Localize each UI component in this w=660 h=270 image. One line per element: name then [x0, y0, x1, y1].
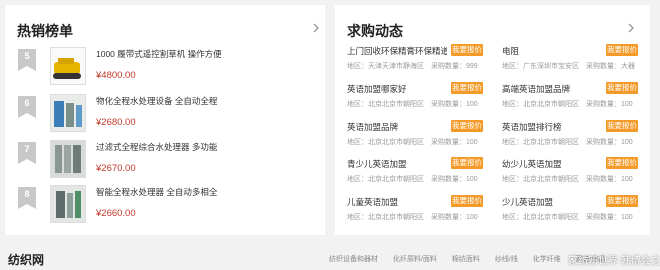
- request-title[interactable]: 上门回收环保精膏环保精道...: [347, 45, 447, 57]
- request-title[interactable]: 幼少儿英语加盟: [502, 158, 602, 170]
- request-quantity: 采购数量：100: [586, 101, 633, 108]
- chevron-right-icon[interactable]: [626, 21, 636, 35]
- category-link[interactable]: 棉纺面料: [452, 256, 480, 263]
- request-quantity: 采购数量：100: [586, 214, 633, 221]
- product-thumbnail[interactable]: [50, 94, 86, 132]
- request-item[interactable]: 少儿英语加盟 我要报价 地区：北京北京市朝阳区 采购数量：100: [502, 195, 650, 230]
- quote-button[interactable]: 我要报价: [451, 195, 483, 207]
- request-quantity: 采购数量：100: [431, 101, 478, 108]
- requests-title: 求购动态: [347, 23, 403, 39]
- request-quantity: 采购数量：大器: [586, 63, 635, 70]
- request-title[interactable]: 少儿英语加盟: [502, 196, 602, 208]
- product-name[interactable]: 物化全程水处理设备 全自动全程: [96, 95, 217, 107]
- request-title[interactable]: 儿童英语加盟: [347, 196, 447, 208]
- requests-panel: 求购动态 上门回收环保精膏环保精道... 我要报价 地区：天津天津市静海区 采购…: [335, 5, 650, 235]
- request-quantity: 采购数量：100: [431, 176, 478, 183]
- quote-button[interactable]: 我要报价: [606, 44, 638, 56]
- request-area: 地区：北京北京市朝阳区: [502, 214, 579, 221]
- request-title[interactable]: 英语加盟哪家好: [347, 83, 447, 95]
- product-name[interactable]: 过滤式全程综合水处理器 多功能: [96, 141, 217, 153]
- product-name[interactable]: 智能全程水处理器 全自动多相全: [96, 186, 217, 198]
- quote-button[interactable]: 我要报价: [451, 82, 483, 94]
- request-quantity: 采购数量：100: [586, 176, 633, 183]
- quote-button[interactable]: 我要报价: [451, 120, 483, 132]
- hot-list-item[interactable]: 5 1000 履带式遥控割草机 操作方便 ¥4800.00: [5, 47, 325, 91]
- request-title[interactable]: 英语加盟品牌: [347, 121, 447, 133]
- request-area: 地区：北京北京市朝阳区: [347, 101, 424, 108]
- request-item[interactable]: 青少儿英语加盟 我要报价 地区：北京北京市朝阳区 采购数量：100: [347, 157, 495, 192]
- request-item[interactable]: 幼少儿英语加盟 我要报价 地区：北京北京市朝阳区 采购数量：100: [502, 157, 650, 192]
- rank-number: 8: [24, 189, 30, 199]
- request-title[interactable]: 高端英语加盟品牌: [502, 83, 602, 95]
- product-thumbnail[interactable]: [50, 47, 86, 85]
- quote-button[interactable]: 我要报价: [451, 44, 483, 56]
- request-item[interactable]: 英语加盟哪家好 我要报价 地区：北京北京市朝阳区 采购数量：100: [347, 82, 495, 117]
- hot-list-item[interactable]: 7 过滤式全程综合水处理器 多功能 ¥2670.00: [5, 140, 325, 184]
- request-item[interactable]: 电阻 我要报价 地区：广东深圳市宝安区 采购数量：大器: [502, 44, 650, 79]
- request-area: 地区：天津天津市静海区: [347, 63, 424, 70]
- category-link[interactable]: 纺织设备和器材: [329, 256, 378, 263]
- product-thumbnail[interactable]: [50, 185, 86, 223]
- category-link[interactable]: 纱线/线: [495, 256, 518, 263]
- quote-button[interactable]: 我要报价: [606, 120, 638, 132]
- product-price: ¥4800.00: [96, 70, 136, 81]
- rank-number: 6: [24, 98, 30, 108]
- rank-number: 5: [24, 51, 30, 61]
- product-name[interactable]: 1000 履带式遥控割草机 操作方便: [96, 48, 222, 60]
- hot-list-title: 热销榜单: [17, 23, 73, 39]
- request-item[interactable]: 英语加盟品牌 我要报价 地区：北京北京市朝阳区 采购数量：100: [347, 120, 495, 155]
- quote-button[interactable]: 我要报价: [451, 157, 483, 169]
- request-area: 地区：广东深圳市宝安区: [502, 63, 579, 70]
- request-quantity: 采购数量：100: [586, 139, 633, 146]
- request-item[interactable]: 高端英语加盟品牌 我要报价 地区：北京北京市朝阳区 采购数量：100: [502, 82, 650, 117]
- quote-button[interactable]: 我要报价: [606, 82, 638, 94]
- request-quantity: 采购数量：999: [431, 63, 478, 70]
- request-quantity: 采购数量：100: [431, 139, 478, 146]
- request-area: 地区：北京北京市朝阳区: [347, 176, 424, 183]
- request-item[interactable]: 儿童英语加盟 我要报价 地区：北京北京市朝阳区 采购数量：100: [347, 195, 495, 230]
- request-item[interactable]: 英语加盟排行榜 我要报价 地区：北京北京市朝阳区 采购数量：100: [502, 120, 650, 155]
- chevron-right-icon[interactable]: [311, 21, 321, 35]
- request-title[interactable]: 英语加盟排行榜: [502, 121, 602, 133]
- hot-list-item[interactable]: 8 智能全程水处理器 全自动多相全 ¥2660.00: [5, 185, 325, 229]
- rank-number: 7: [24, 144, 30, 154]
- request-title[interactable]: 电阻: [502, 45, 602, 57]
- request-area: 地区：北京北京市朝阳区: [502, 176, 579, 183]
- quote-button[interactable]: 我要报价: [606, 195, 638, 207]
- request-area: 地区：北京北京市朝阳区: [347, 139, 424, 146]
- product-price: ¥2680.00: [96, 117, 136, 128]
- request-title[interactable]: 青少儿英语加盟: [347, 158, 447, 170]
- quote-button[interactable]: 我要报价: [606, 157, 638, 169]
- hot-list-panel: 热销榜单 5 1000 履带式遥控割草机 操作方便 ¥4800.00 6 物化全…: [5, 5, 325, 235]
- product-price: ¥2670.00: [96, 163, 136, 174]
- section-title-textile: 纺织网: [8, 253, 45, 267]
- request-quantity: 采购数量：100: [431, 214, 478, 221]
- category-link[interactable]: 化学纤维: [533, 256, 561, 263]
- category-link[interactable]: 化纤原料/面料: [393, 256, 437, 263]
- request-area: 地区：北京北京市朝阳区: [502, 101, 579, 108]
- request-area: 地区：北京北京市朝阳区: [347, 214, 424, 221]
- product-price: ¥2660.00: [96, 208, 136, 219]
- request-item[interactable]: 上门回收环保精膏环保精道... 我要报价 地区：天津天津市静海区 采购数量：99…: [347, 44, 495, 79]
- product-thumbnail[interactable]: [50, 140, 86, 178]
- hot-list-item[interactable]: 6 物化全程水处理设备 全自动全程 ¥2680.00: [5, 94, 325, 138]
- watermark-text: 家纺新世界 韩博会之家: [568, 256, 660, 267]
- request-area: 地区：北京北京市朝阳区: [502, 139, 579, 146]
